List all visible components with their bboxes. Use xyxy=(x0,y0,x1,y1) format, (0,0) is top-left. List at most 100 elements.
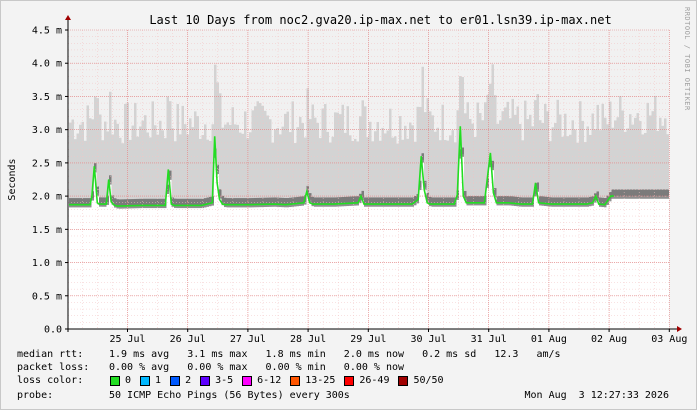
smoke-band-core xyxy=(259,197,262,208)
smoke-band-core xyxy=(156,198,159,209)
x-tick-label: 29 Jul xyxy=(350,334,386,345)
smoke-band-core xyxy=(586,197,589,207)
smoke-band-core xyxy=(589,196,592,207)
smoke-band-core xyxy=(401,197,404,207)
smoke-band-mid xyxy=(631,124,634,197)
probe-label: probe: xyxy=(17,390,54,401)
y-axis-arrow xyxy=(65,15,71,20)
smoke-band-mid xyxy=(146,132,149,206)
smoke-band-core xyxy=(524,197,527,207)
median-rtt-label: median rtt: xyxy=(17,349,84,360)
smoke-band-mid xyxy=(596,104,599,199)
smoke-band-mid xyxy=(561,136,564,205)
smoke-band-mid xyxy=(466,102,469,203)
smoke-band-core xyxy=(571,197,574,207)
x-tick-label: 28 Jul xyxy=(290,334,326,345)
packet-loss-label: packet loss: xyxy=(17,362,90,373)
smoke-band-mid xyxy=(521,140,524,205)
smoke-band-mid xyxy=(346,106,349,204)
smoke-band-core xyxy=(644,189,647,199)
smoke-band-mid xyxy=(551,127,554,205)
smoke-band-mid xyxy=(294,143,297,204)
smoke-band-core xyxy=(611,189,614,199)
smoke-band-mid xyxy=(599,130,602,205)
smoke-band-mid xyxy=(79,124,82,205)
x-axis-arrow xyxy=(677,326,682,332)
smoke-band-core xyxy=(449,197,452,207)
smoke-band-mid xyxy=(199,138,202,206)
smoke-band-mid xyxy=(76,133,79,205)
smoke-band-core xyxy=(391,197,394,207)
smoke-band-mid xyxy=(344,132,347,204)
smoke-band-mid xyxy=(131,125,134,206)
smoke-band-mid xyxy=(544,103,547,204)
smoke-band-core xyxy=(436,197,439,207)
smoke-band-core xyxy=(474,196,477,206)
smoke-band-core xyxy=(521,197,524,207)
smoke-band-core xyxy=(641,189,644,199)
smoke-band-mid xyxy=(99,114,102,205)
smoke-band-mid xyxy=(296,127,299,204)
smoke-band-mid xyxy=(536,94,539,190)
smoke-band-mid xyxy=(566,136,569,205)
smoke-band-mid xyxy=(151,101,154,206)
y-tick-label: 1.0 m xyxy=(32,258,62,269)
smoke-band-core xyxy=(519,197,522,207)
smoke-band-core xyxy=(601,197,604,208)
median-rtt-row: median rtt: 1.9 ms avg 3.1 ms max 1.8 ms… xyxy=(17,349,561,361)
x-tick-label: 25 Jul xyxy=(109,334,145,345)
smoke-band-mid xyxy=(514,114,517,204)
smoke-band-mid xyxy=(356,141,359,203)
smoke-band-core xyxy=(344,196,347,207)
smoke-band-mid xyxy=(431,115,434,205)
smoke-band-core xyxy=(139,198,142,209)
smoke-band-core xyxy=(149,198,152,209)
loss-color-swatch-label: 0 xyxy=(125,375,132,386)
smoke-band-core xyxy=(334,197,337,207)
smoke-band-mid xyxy=(134,102,137,206)
smoke-band-core xyxy=(224,197,227,208)
x-tick-label: 01 Aug xyxy=(531,334,567,345)
loss-color-legend: 0 1 2 3-5 6-12 13-25 26-49 50/50 xyxy=(101,375,444,387)
smoke-band-mid xyxy=(604,117,607,205)
packet-loss-row: packet loss: 0.00 % avg 0.00 % max 0.00 … xyxy=(17,362,404,374)
smoke-band-mid xyxy=(306,88,309,193)
smoke-band-core xyxy=(321,197,324,207)
smoke-band-mid xyxy=(644,132,647,197)
smoke-band-core xyxy=(646,189,649,199)
smoke-band-mid xyxy=(481,120,484,203)
smoke-band-mid xyxy=(394,136,397,205)
smoke-band-mid xyxy=(619,96,622,197)
smoke-band-core xyxy=(191,198,194,209)
smoke-band-core xyxy=(466,196,469,206)
smoke-band-core xyxy=(184,198,187,209)
smoke-band-core xyxy=(179,198,182,209)
smoke-band-core xyxy=(146,198,149,209)
loss-color-swatch-label: 3-5 xyxy=(215,375,234,386)
smoke-band-mid xyxy=(309,119,312,200)
smoke-band-mid xyxy=(414,141,417,203)
smoke-band-mid xyxy=(359,116,362,201)
smoke-band-mid xyxy=(96,98,99,194)
smoke-band-mid xyxy=(379,140,382,205)
loss-color-swatch xyxy=(200,376,211,386)
smoke-band-mid xyxy=(191,127,194,206)
smoke-band-mid xyxy=(281,126,284,205)
smoke-band-core xyxy=(631,189,634,199)
y-tick-label: 4.5 m xyxy=(32,26,62,37)
smoke-band-core xyxy=(269,197,272,207)
smoke-band-mid xyxy=(201,135,204,206)
smoke-band-core xyxy=(324,197,327,207)
smoke-band-core xyxy=(289,197,292,208)
smoke-band-core xyxy=(379,197,382,207)
smoke-band-core xyxy=(316,197,319,207)
smoke-band-mid xyxy=(626,128,629,197)
smoke-band-mid xyxy=(161,130,164,206)
smoke-band-core xyxy=(119,199,122,209)
smoke-band-mid xyxy=(331,136,334,205)
smoke-band-mid xyxy=(269,119,272,205)
smoke-band-core xyxy=(384,197,387,207)
smoke-band-core xyxy=(351,196,354,206)
smoke-band-mid xyxy=(226,122,229,205)
smoke-band-core xyxy=(264,197,267,208)
